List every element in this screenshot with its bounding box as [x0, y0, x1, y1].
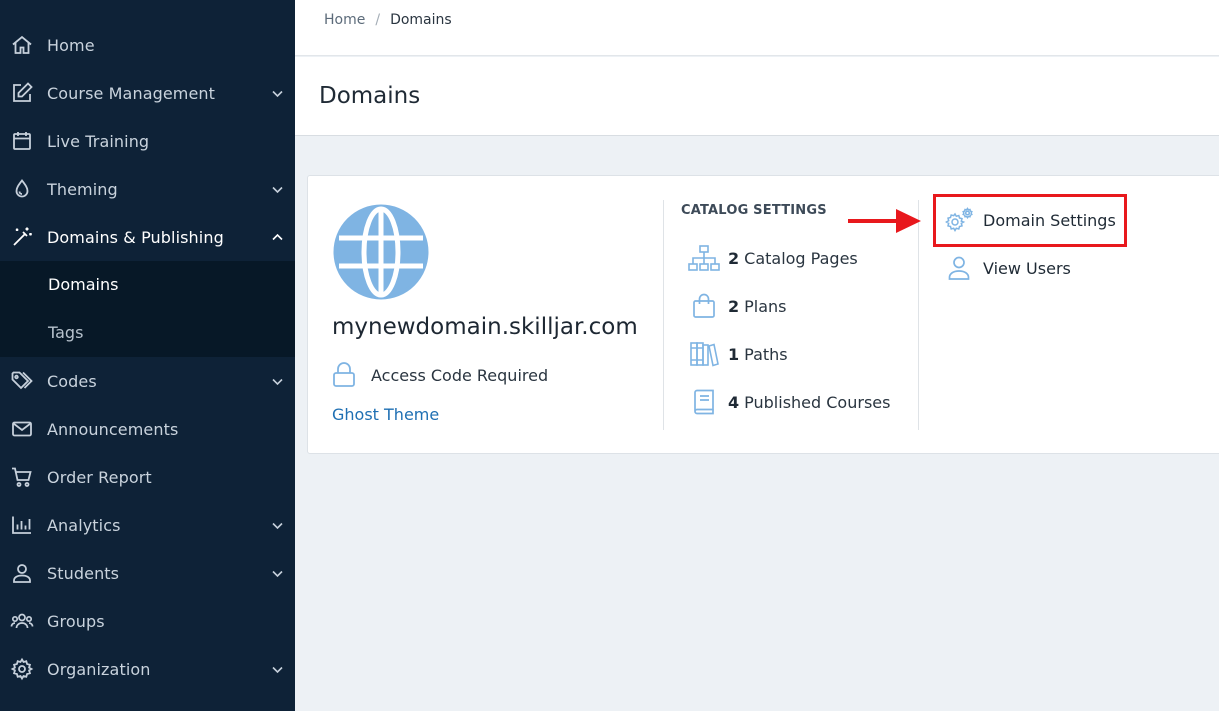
access-text: Access Code Required — [371, 365, 549, 385]
breadcrumb: Home / Domains — [324, 12, 452, 28]
paths-link[interactable]: 1 Paths — [688, 340, 788, 368]
access-requirement: Access Code Required — [332, 362, 548, 388]
sidebar-item-label: Announcements — [47, 419, 179, 439]
catalog-label: Catalog Pages — [744, 248, 858, 268]
catalog-count: 2 — [728, 296, 740, 316]
view-users-label: View Users — [983, 258, 1071, 278]
sidebar-item-students[interactable]: Students — [0, 549, 295, 597]
shopping-bag-icon — [688, 292, 720, 320]
sidebar-subitem-tags[interactable]: Tags — [0, 309, 295, 357]
breadcrumb-current: Domains — [390, 12, 452, 28]
calendar-icon — [10, 129, 34, 153]
cart-icon — [10, 465, 34, 489]
catalog-count: 4 — [728, 392, 740, 412]
sidebar-item-theming[interactable]: Theming — [0, 165, 295, 213]
chevron-down-icon — [271, 663, 284, 676]
breadcrumb-bar: Home / Domains — [295, 0, 1219, 56]
chevron-down-icon — [271, 375, 284, 388]
chevron-up-icon — [271, 231, 284, 244]
sidebar: Home Course Management Live Training The… — [0, 0, 295, 711]
books-icon — [688, 340, 720, 368]
sidebar-item-label: Order Report — [47, 467, 152, 487]
users-icon — [10, 609, 34, 633]
plans-link[interactable]: 2 Plans — [688, 292, 787, 320]
sidebar-item-label: Organization — [47, 659, 151, 679]
sidebar-item-label: Course Management — [47, 83, 216, 103]
sitemap-icon — [688, 244, 720, 272]
theme-link[interactable]: Ghost Theme — [332, 405, 439, 424]
sidebar-item-label: Codes — [47, 371, 97, 391]
published-courses-link[interactable]: 4 Published Courses — [688, 388, 890, 416]
red-arrow-icon — [848, 209, 921, 233]
sidebar-item-label: Analytics — [47, 515, 121, 535]
sidebar-item-label: Groups — [47, 611, 105, 631]
sidebar-subitem-domains[interactable]: Domains — [0, 261, 295, 309]
book-icon — [688, 388, 720, 416]
catalog-count: 1 — [728, 344, 740, 364]
envelope-icon — [10, 417, 34, 441]
page-header: Domains — [295, 57, 1219, 136]
droplet-icon — [10, 177, 34, 201]
breadcrumb-separator: / — [375, 12, 381, 28]
sidebar-item-home[interactable]: Home — [0, 21, 295, 69]
catalog-label: Paths — [744, 344, 788, 364]
sidebar-item-label: Students — [47, 563, 120, 583]
catalog-pages-link[interactable]: 2 Catalog Pages — [688, 244, 858, 272]
chevron-down-icon — [271, 87, 284, 100]
user-icon — [10, 561, 34, 585]
edit-icon — [10, 81, 34, 105]
gear-icon — [10, 657, 34, 681]
catalog-label: Published Courses — [744, 392, 891, 412]
sidebar-item-live-training[interactable]: Live Training — [0, 117, 295, 165]
sidebar-item-groups[interactable]: Groups — [0, 597, 295, 645]
chevron-down-icon — [271, 183, 284, 196]
sidebar-item-order-report[interactable]: Order Report — [0, 453, 295, 501]
sidebar-item-label: Theming — [47, 179, 118, 199]
sidebar-subitem-label: Tags — [48, 323, 84, 342]
page-title: Domains — [319, 83, 421, 109]
sidebar-subitem-label: Domains — [48, 275, 119, 294]
tags-icon — [10, 369, 34, 393]
lock-icon — [333, 362, 355, 387]
home-icon — [10, 33, 34, 57]
sidebar-item-announcements[interactable]: Announcements — [0, 405, 295, 453]
chevron-down-icon — [271, 519, 284, 532]
divider — [663, 200, 664, 430]
globe-icon — [333, 204, 429, 300]
sidebar-item-label: Home — [47, 35, 95, 55]
breadcrumb-home-link[interactable]: Home — [324, 12, 365, 28]
catalog-settings-heading: CATALOG SETTINGS — [681, 203, 827, 218]
sidebar-item-domains-publishing[interactable]: Domains & Publishing — [0, 213, 295, 261]
sidebar-item-label: Domains & Publishing — [47, 227, 224, 247]
sidebar-item-codes[interactable]: Codes — [0, 357, 295, 405]
sidebar-item-analytics[interactable]: Analytics — [0, 501, 295, 549]
catalog-label: Plans — [744, 296, 787, 316]
sidebar-item-course-management[interactable]: Course Management — [0, 69, 295, 117]
sidebar-item-label: Live Training — [47, 131, 150, 151]
sidebar-item-organization[interactable]: Organization — [0, 645, 295, 693]
user-icon — [944, 253, 974, 283]
domain-name: mynewdomain.skilljar.com — [332, 314, 638, 340]
catalog-count: 2 — [728, 248, 740, 268]
bar-chart-icon — [10, 513, 34, 537]
view-users-link[interactable]: View Users — [944, 253, 1071, 283]
chevron-down-icon — [271, 567, 284, 580]
magic-wand-icon — [10, 225, 34, 249]
highlight-box — [933, 194, 1127, 247]
